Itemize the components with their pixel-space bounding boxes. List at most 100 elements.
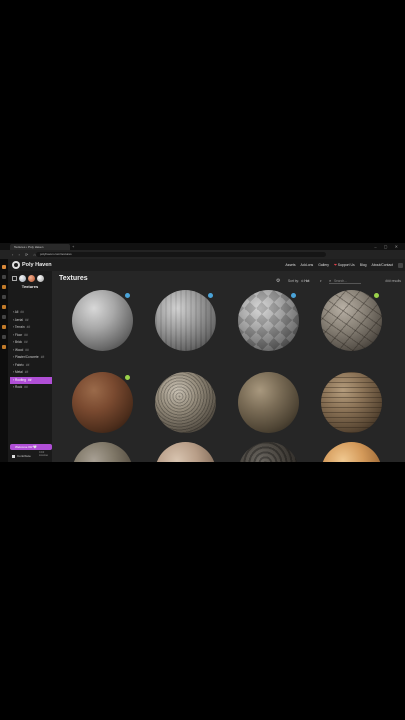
nav-addons[interactable]: Add-ons [301,263,314,267]
texture-thumbnail[interactable] [72,372,133,433]
welcome-banner[interactable]: Welcome ##/ 🤍 [10,444,52,450]
textures-type-icon[interactable] [28,275,35,282]
category-label: Plaster/Concrete [14,355,39,359]
category-count: ## [27,377,32,382]
category-count: ## [24,317,29,322]
category-item[interactable]: › Roofing ## [10,376,52,384]
top-nav: Assets Add-ons Gallery ❤ Support Us Blog… [285,262,403,268]
category-item[interactable]: › Fabric ## [10,362,52,370]
brand-name[interactable]: Poly Haven [22,261,52,269]
category-count: ## [24,385,28,389]
category-item[interactable]: › Brick ## [10,339,52,347]
new-tab-button[interactable]: + [72,244,74,249]
window-controls[interactable]: – ▢ ✕ [374,244,401,249]
site-header: Poly Haven Assets Add-ons Gallery ❤ Supp… [8,259,405,271]
texture-thumbnail[interactable] [321,372,382,433]
category-label: Wood [14,347,24,352]
texture-thumbnail[interactable] [321,290,382,351]
main-content: Textures ⚙ Sort by: ⏲ Hot ▾ Search... ##… [52,271,405,462]
page-title: Textures [59,275,88,282]
category-label: Fabric [14,362,24,367]
chevron-down-icon[interactable]: ▾ [320,278,322,284]
new-badge-icon [374,293,379,298]
category-list: › All ## › Aerial ## › Terrain ## › Floor ## › B… [10,309,52,392]
nav-assets[interactable]: Assets [285,263,295,267]
category-label: Roofing [14,377,26,382]
hdri-type-icon[interactable] [19,275,26,282]
category-item[interactable]: › Terrain ## [10,324,52,332]
texture-thumbnail[interactable] [155,442,216,462]
browser-sidebar [0,259,8,462]
category-label: Rock [14,385,23,389]
browser-window: Textures • Poly Haven + – ▢ ✕ ‹ › ⟳ ⌂ po… [0,243,405,462]
category-label: Floor [14,332,23,337]
asset-type-switcher [12,275,44,282]
web-page: Poly Haven Assets Add-ons Gallery ❤ Supp… [8,259,405,462]
category-count: ## [40,355,45,359]
nav-support[interactable]: ❤ Support Us [334,263,355,267]
browser-tab-bar: Textures • Poly Haven + – ▢ ✕ [0,243,405,250]
texture-thumbnail[interactable] [155,372,216,433]
category-label: All [14,310,19,314]
category-label: Brick [14,340,23,344]
nav-blog[interactable]: Blog [360,263,367,267]
address-input[interactable]: polyhaven.com/textures [36,252,326,257]
app-icon[interactable] [2,345,6,349]
category-sidebar: Textures › All ## › Aerial ## › Terrain ## › F… [8,271,52,462]
category-label: Metal [14,370,23,374]
app-icon[interactable] [2,295,6,299]
search-input[interactable]: Search... [329,278,361,284]
nav-gallery[interactable]: Gallery [318,263,329,267]
category-count: ## [20,310,24,314]
new-badge-icon [125,293,130,298]
extensions-area [330,252,400,265]
category-count: ## [26,325,31,329]
texture-thumbnail[interactable] [155,290,216,351]
category-item[interactable]: › Rock ## [10,384,52,392]
category-count: ## [25,362,30,367]
app-icon[interactable] [2,265,6,269]
category-label: Terrain [14,325,25,329]
app-icon[interactable] [2,325,6,329]
menu-icon[interactable] [398,262,403,268]
category-item[interactable]: › Metal ## [10,369,52,377]
app-icon[interactable] [2,335,6,339]
grid-toolbar: ⚙ Sort by: ⏲ Hot ▾ Search... ### results [276,278,401,284]
category-item[interactable]: › Aerial ## [10,317,52,325]
category-item[interactable]: › Floor ## [10,332,52,340]
panel-title: Textures [21,284,39,289]
app-icon[interactable] [2,275,6,279]
category-count: ## [24,340,28,344]
category-item[interactable]: › Wood ## [10,347,52,355]
category-count: ## [25,347,29,352]
license-text[interactable]: CC0 License [39,451,49,457]
gear-icon[interactable]: ⚙ [276,278,280,284]
sort-select[interactable]: ⏲ Hot [301,278,309,284]
new-badge-icon [208,293,213,298]
category-count: ## [24,332,28,337]
category-item[interactable]: › Plaster/Concrete ## [10,354,52,362]
texture-thumbnail[interactable] [72,290,133,351]
texture-thumbnail[interactable] [321,442,382,462]
category-label: Aerial [14,317,23,322]
sort-label: Sort by: [288,279,299,283]
heart-icon: ❤ [333,263,337,267]
grid-icon[interactable] [12,276,17,281]
app-icon[interactable] [2,285,6,289]
texture-thumbnail[interactable] [238,290,299,351]
new-badge-icon [125,375,130,380]
category-item[interactable]: › All ## [10,309,52,317]
texture-thumbnail[interactable] [238,372,299,433]
category-count: ## [24,370,29,374]
models-type-icon[interactable] [37,275,44,282]
new-badge-icon [291,293,296,298]
address-bar-row: ‹ › ⟳ ⌂ polyhaven.com/textures [0,250,405,265]
nav-buttons[interactable]: ‹ › ⟳ ⌂ [12,252,38,257]
nav-about[interactable]: About/Contact [372,263,394,267]
app-icon[interactable] [2,315,6,319]
contribute-link[interactable]: Contribute [12,454,31,458]
app-icon[interactable] [2,305,6,309]
texture-thumbnail[interactable] [72,442,133,462]
texture-thumbnail[interactable] [238,442,299,462]
poly-haven-logo[interactable] [12,261,20,269]
